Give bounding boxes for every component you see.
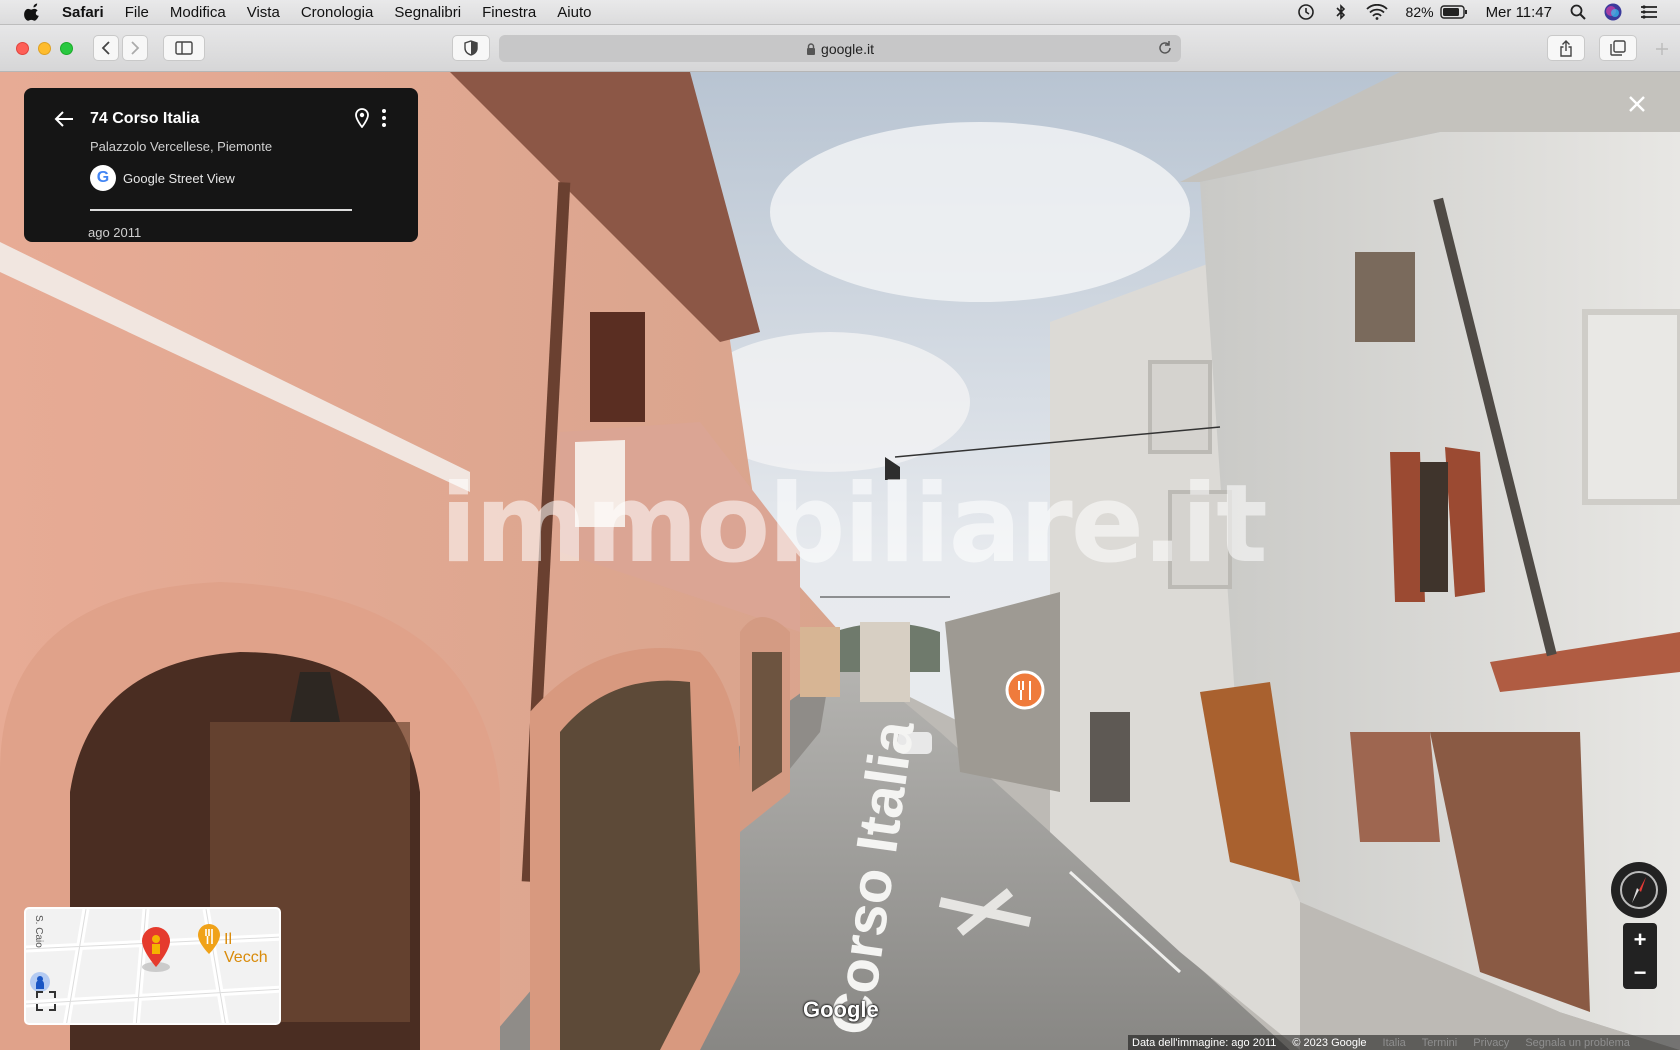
immobiliare-watermark: immobiliare.it	[440, 462, 1268, 587]
share-icon	[1560, 39, 1572, 57]
zoom-controls: + −	[1623, 923, 1657, 989]
compass-needle-icon	[1620, 871, 1658, 909]
location-pin-icon[interactable]	[355, 108, 369, 128]
street-view-viewport[interactable]: Corso Italia immobiliare.it 74 Corso Ita…	[0, 72, 1680, 1050]
back-button[interactable]	[93, 35, 119, 61]
menu-cronologia[interactable]: Cronologia	[301, 4, 374, 21]
menu-segnalibri[interactable]: Segnalibri	[394, 4, 461, 21]
google-logo: Google	[803, 997, 879, 1022]
chevron-left-icon	[101, 41, 110, 55]
pegman-icon[interactable]	[29, 971, 51, 993]
sidebar-toggle-button[interactable]	[163, 35, 205, 61]
minimap[interactable]: S. Caio Il Vecch	[24, 907, 281, 1025]
capture-date[interactable]: ago 2011	[88, 225, 141, 240]
new-tab-plus-icon[interactable]	[1655, 42, 1669, 56]
street-view-source: G Google Street View	[90, 165, 235, 191]
wifi-icon[interactable]	[1365, 4, 1388, 20]
shield-icon	[464, 40, 478, 56]
address-bar[interactable]: google.it	[499, 35, 1181, 62]
attribution-footer: Data dell'immagine: ago 2011 © 2023 Goog…	[1128, 1035, 1680, 1050]
battery-percentage: 82%	[1405, 4, 1434, 20]
reload-icon[interactable]	[1157, 40, 1173, 56]
fullscreen-window-button[interactable]	[60, 42, 73, 55]
timeline-divider	[90, 209, 352, 211]
battery-icon[interactable]	[1439, 5, 1468, 19]
compass-control[interactable]	[1611, 862, 1667, 918]
spotlight-search-icon[interactable]	[1570, 4, 1586, 20]
sidebar-icon	[175, 41, 193, 55]
footer-link-report-problem[interactable]: Segnala un problema	[1525, 1037, 1630, 1049]
pegman-location-icon	[142, 927, 170, 972]
control-center-icon[interactable]	[1640, 5, 1658, 19]
expand-map-icon[interactable]	[36, 991, 56, 1011]
footer-link-privacy[interactable]: Privacy	[1473, 1037, 1509, 1049]
macos-menubar: Safari File Modifica Vista Cronologia Se…	[0, 0, 1680, 25]
close-street-view-icon[interactable]	[1627, 94, 1647, 114]
siri-icon[interactable]	[1604, 3, 1622, 21]
restaurant-marker-icon[interactable]	[1005, 670, 1045, 710]
copyright: © 2023 Google	[1292, 1036, 1367, 1049]
lock-icon	[807, 42, 816, 55]
more-options-icon[interactable]	[381, 108, 387, 128]
bluetooth-icon[interactable]	[1334, 3, 1348, 21]
tabs-icon	[1610, 40, 1626, 56]
footer-link-termini[interactable]: Termini	[1422, 1037, 1457, 1049]
menu-file[interactable]: File	[125, 4, 149, 21]
chevron-right-icon	[131, 41, 140, 55]
location-title: 74 Corso Italia	[90, 110, 200, 127]
back-arrow-icon[interactable]	[54, 110, 74, 128]
minimap-street-label: S. Caio	[33, 915, 44, 948]
forward-button[interactable]	[122, 35, 148, 61]
zoom-out-button[interactable]: −	[1623, 956, 1657, 989]
menu-app-safari[interactable]: Safari	[62, 4, 104, 21]
google-g-icon: G	[90, 165, 116, 191]
menu-modifica[interactable]: Modifica	[170, 4, 226, 21]
restaurant-pin-icon[interactable]	[197, 923, 221, 955]
tab-overview-button[interactable]	[1599, 35, 1637, 61]
privacy-report-button[interactable]	[452, 35, 490, 61]
apple-menu-icon[interactable]	[24, 3, 42, 21]
close-window-button[interactable]	[16, 42, 29, 55]
image-date: Data dell'immagine: ago 2011	[1132, 1036, 1277, 1049]
street-view-source-label: Google Street View	[123, 170, 235, 186]
location-info-card: 74 Corso Italia Palazzolo Vercellese, Pi…	[24, 88, 418, 242]
menu-finestra[interactable]: Finestra	[482, 4, 536, 21]
menubar-clock[interactable]: Mer 11:47	[1486, 4, 1552, 21]
minimize-window-button[interactable]	[38, 42, 51, 55]
url-text: google.it	[821, 40, 874, 57]
menu-aiuto[interactable]: Aiuto	[557, 4, 591, 21]
time-machine-icon[interactable]	[1296, 3, 1316, 21]
zoom-in-button[interactable]: +	[1623, 923, 1657, 956]
location-subtitle: Palazzolo Vercellese, Piemonte	[90, 139, 273, 154]
menu-vista[interactable]: Vista	[247, 4, 280, 21]
share-button[interactable]	[1547, 35, 1585, 61]
footer-link-italia[interactable]: Italia	[1383, 1037, 1406, 1049]
minimap-place-label[interactable]: Il Vecch	[224, 931, 279, 967]
safari-toolbar: google.it	[0, 25, 1680, 72]
